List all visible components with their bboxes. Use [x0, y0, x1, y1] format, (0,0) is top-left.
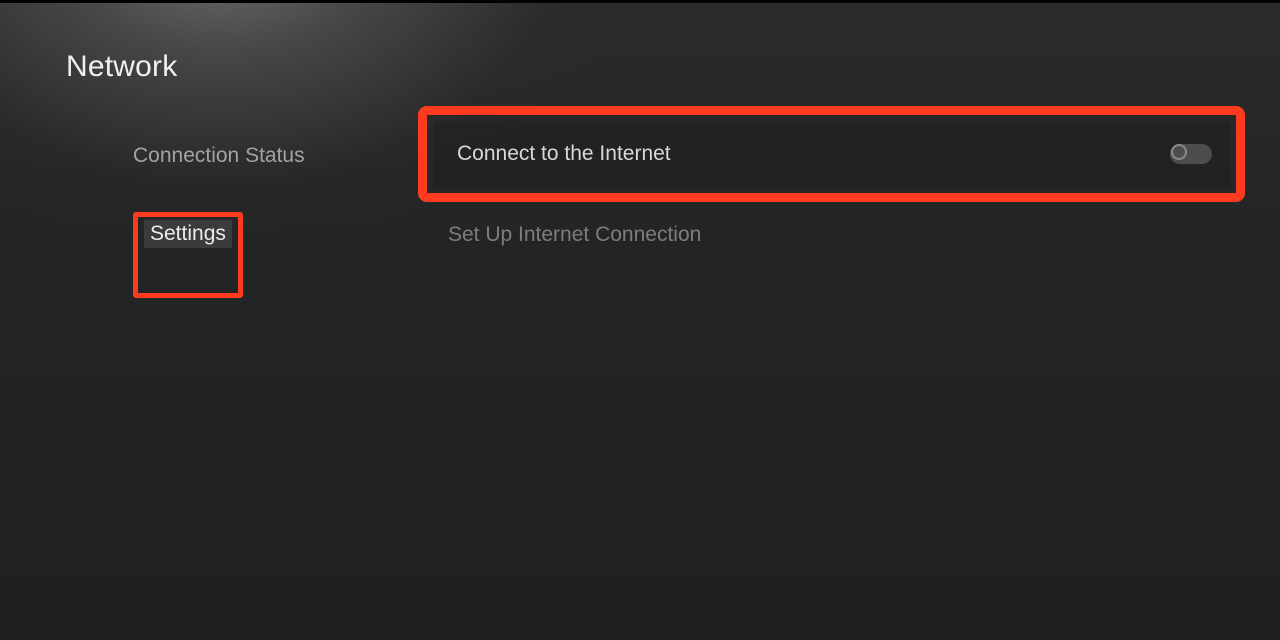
top-bar	[0, 0, 1280, 3]
sidebar-item-settings[interactable]: Settings	[144, 220, 232, 248]
sidebar: Connection Status Settings	[133, 142, 393, 298]
highlight-connect-annotation: Connect to the Internet	[418, 106, 1245, 202]
connect-to-internet-toggle[interactable]	[1170, 144, 1212, 164]
highlight-settings-annotation: Settings	[133, 212, 243, 298]
main-panel: Connect to the Internet Set Up Internet …	[424, 112, 1239, 268]
sidebar-item-connection-status[interactable]: Connection Status	[133, 142, 305, 170]
setting-row-set-up-connection[interactable]: Set Up Internet Connection	[424, 202, 1239, 268]
toggle-knob-icon	[1171, 144, 1187, 160]
set-up-connection-label: Set Up Internet Connection	[448, 223, 701, 247]
page-title: Network	[66, 50, 177, 84]
connect-to-internet-label: Connect to the Internet	[457, 142, 671, 166]
network-settings-screen: Network Connection Status Settings Conne…	[0, 0, 1280, 640]
setting-row-connect-to-internet[interactable]: Connect to the Internet	[433, 121, 1230, 187]
